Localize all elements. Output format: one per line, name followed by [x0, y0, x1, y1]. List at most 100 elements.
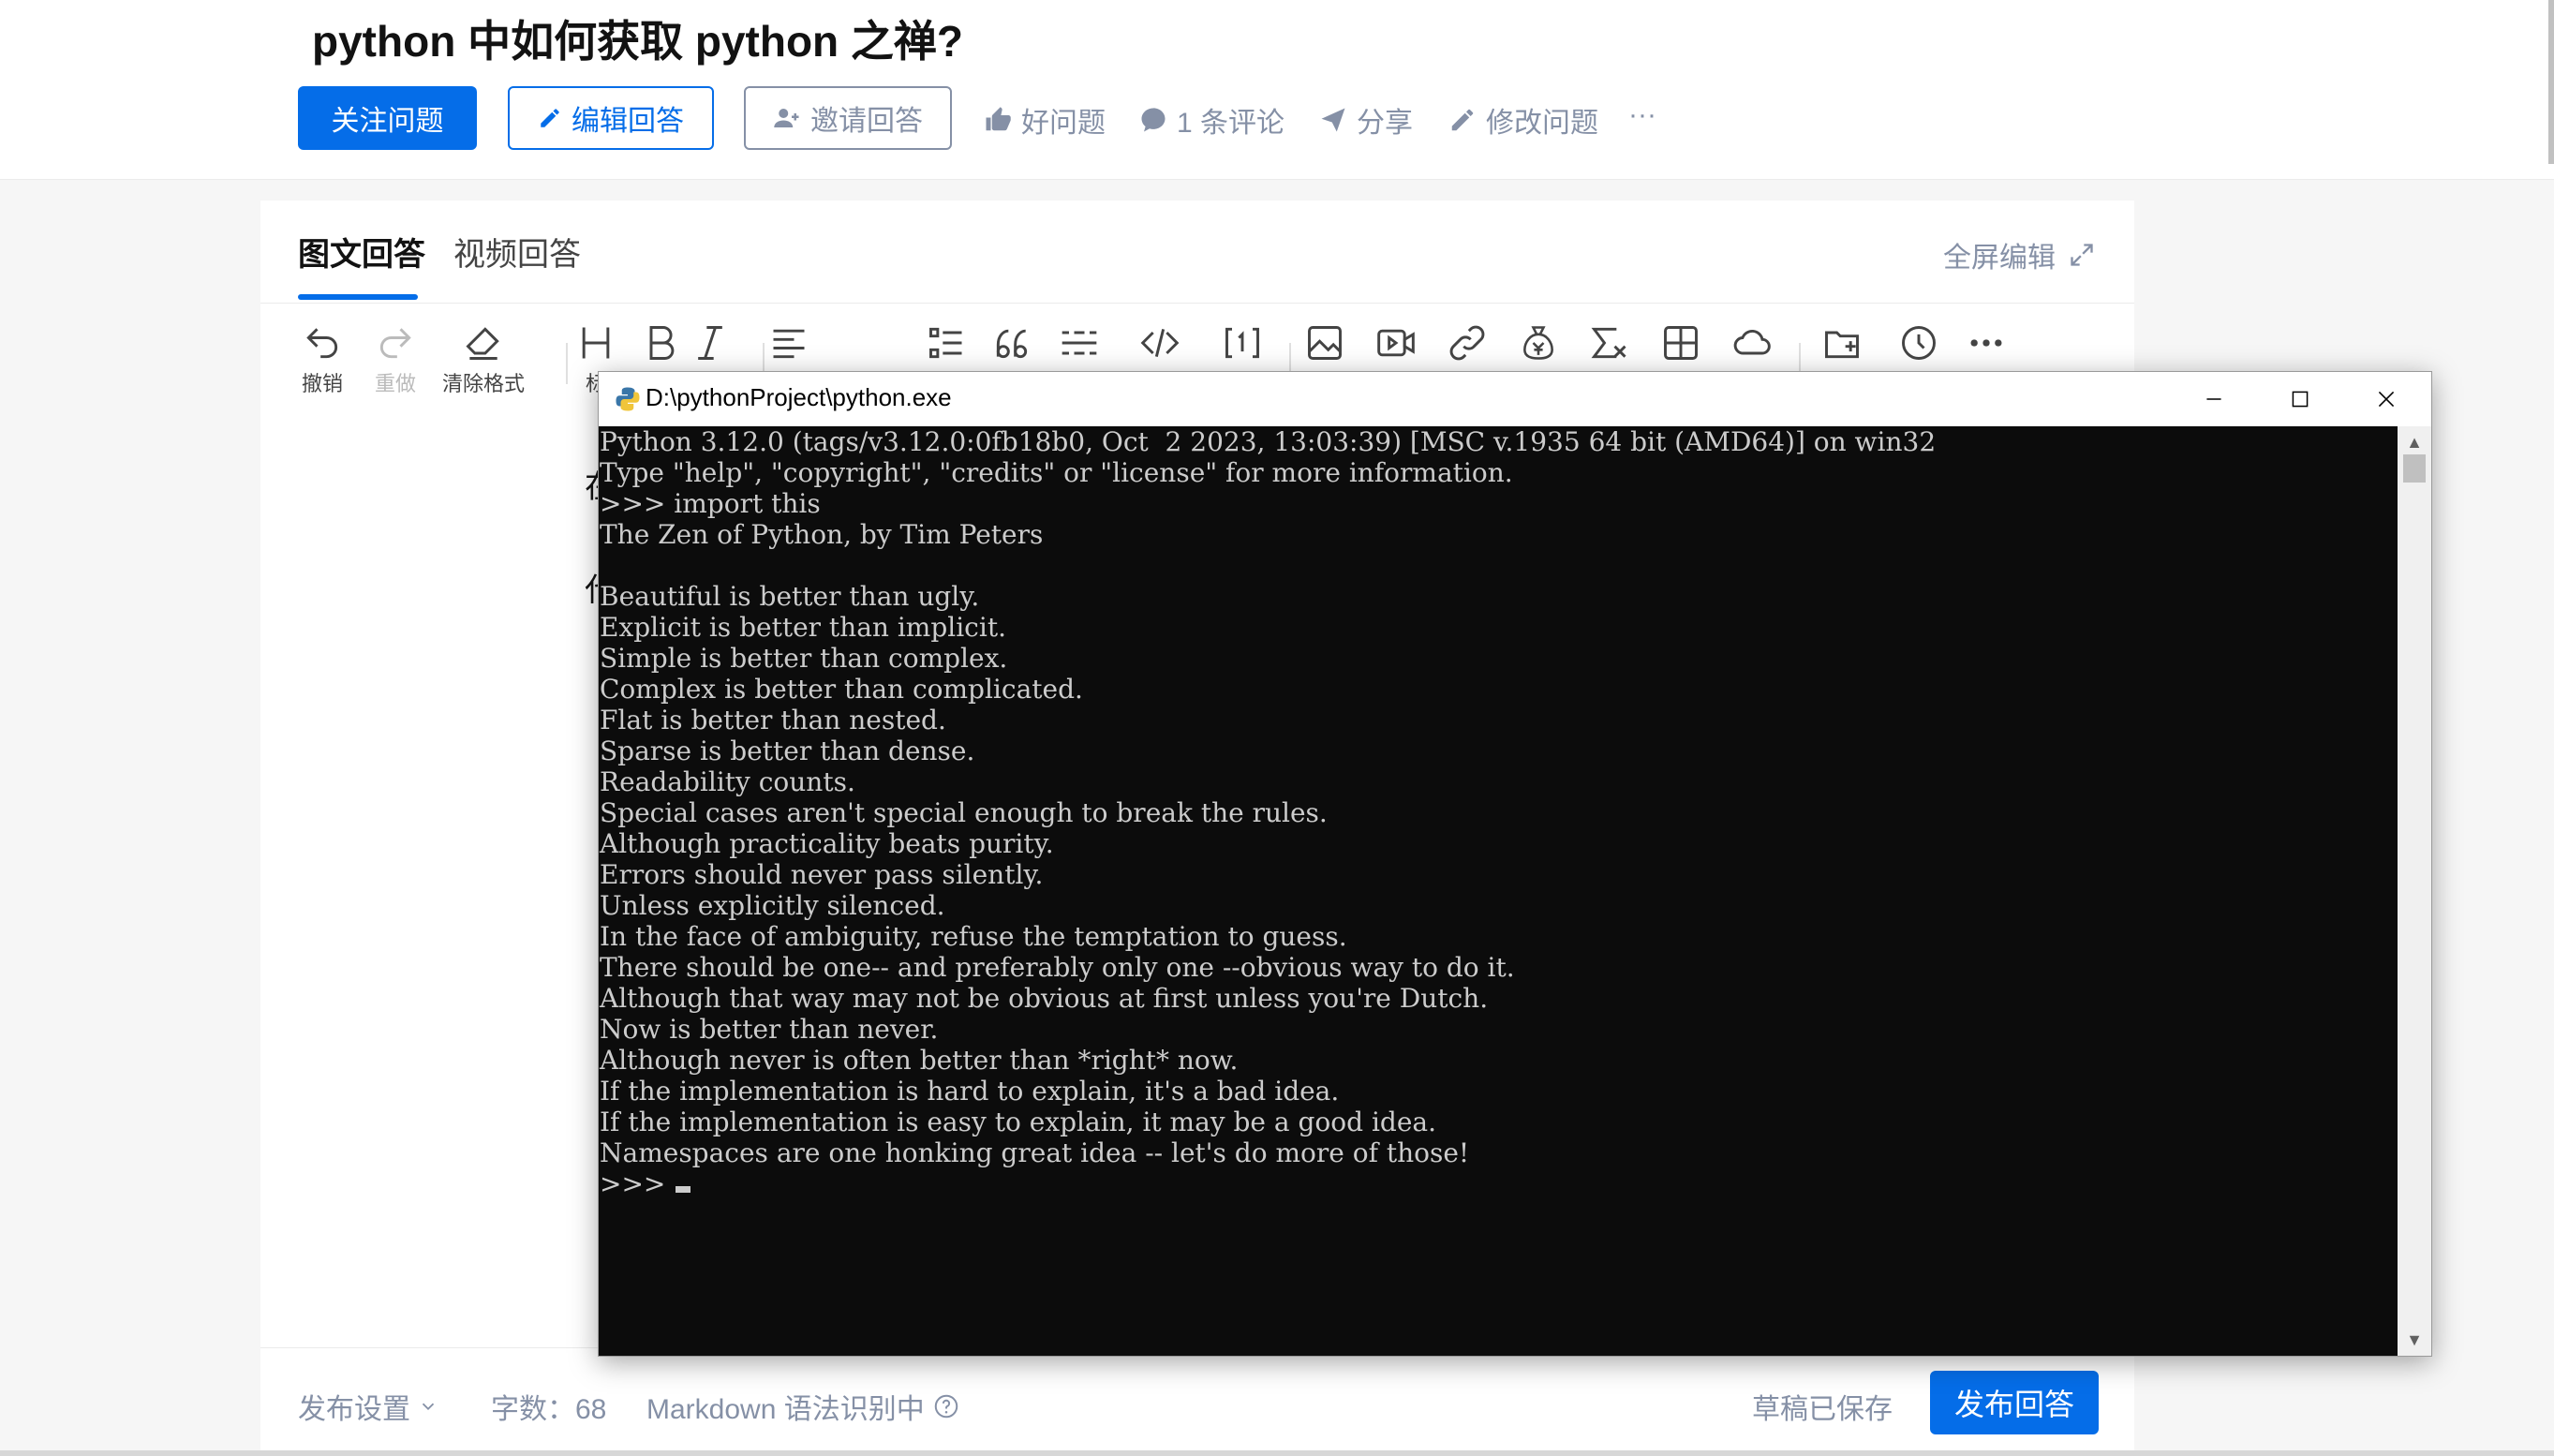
link-icon	[1449, 325, 1485, 361]
fullscreen-label: 全屏编辑	[1943, 243, 2056, 274]
redo-icon	[379, 328, 411, 359]
comment-icon	[1141, 108, 1166, 132]
heading-icon	[582, 327, 610, 359]
italic-icon	[698, 326, 722, 360]
console-output[interactable]: Python 3.12.0 (tags/v3.12.0:0fb18b0, Oct…	[599, 426, 2398, 1356]
scroll-thumb[interactable]	[2403, 454, 2426, 483]
scroll-up-arrow[interactable]: ▲	[2398, 430, 2431, 454]
good-question-action[interactable]: 好问题	[984, 99, 1106, 141]
console-line: Special cases aren't special enough to b…	[600, 797, 1328, 828]
image-button[interactable]	[1304, 322, 1345, 364]
quote-icon	[996, 329, 1028, 359]
table-button[interactable]	[1660, 322, 1701, 364]
console-line: Beautiful is better than ugly.	[600, 581, 980, 612]
redo-button[interactable]: 重做	[375, 322, 416, 397]
follow-question-button[interactable]: 关注问题	[298, 86, 477, 150]
console-scrollbar[interactable]: ▲ ▼	[2398, 426, 2431, 1356]
console-prompt[interactable]: >>>	[600, 1168, 674, 1199]
active-tab-indicator	[298, 294, 418, 300]
draft-saved-status: 草稿已保存	[1752, 1394, 1893, 1425]
formula-button[interactable]	[1589, 322, 1630, 364]
tab-video-answer[interactable]: 视频回答	[453, 229, 581, 275]
add-user-icon	[774, 109, 799, 127]
undo-button[interactable]: 撤销	[302, 322, 343, 397]
video-button[interactable]	[1375, 322, 1417, 364]
thumbs-up-icon	[986, 107, 1011, 131]
python-logo-icon	[616, 387, 640, 411]
undo-icon	[306, 328, 338, 359]
expand-icon	[2071, 244, 2093, 266]
edit-question-action[interactable]: 修改问题	[1448, 99, 1598, 141]
divider-button[interactable]	[1059, 322, 1100, 364]
horizontal-rule-icon	[1062, 331, 1097, 355]
console-line: Simple is better than complex.	[600, 643, 1008, 674]
text-cursor	[676, 1186, 691, 1193]
list-button[interactable]	[926, 322, 967, 364]
scroll-down-arrow[interactable]: ▼	[2398, 1328, 2431, 1352]
console-line: Namespaces are one honking great idea --…	[600, 1137, 1470, 1168]
maximize-button[interactable]	[2257, 372, 2343, 426]
comments-action[interactable]: 1 条评论	[1139, 99, 1284, 141]
publish-answer-button[interactable]: 发布回答	[1930, 1371, 2099, 1434]
quote-button[interactable]	[991, 322, 1032, 364]
pencil-icon	[541, 109, 559, 127]
fullscreen-edit-button[interactable]: 全屏编辑	[1943, 234, 2095, 275]
page-scrollbar[interactable]	[2548, 0, 2554, 164]
window-bottom-edge	[0, 1450, 2554, 1456]
insert-folder-button[interactable]	[1821, 322, 1863, 364]
history-button[interactable]	[1898, 322, 1939, 364]
good-question-label: 好问题	[1021, 108, 1106, 139]
sigma-icon	[1591, 327, 1626, 359]
console-line: Explicit is better than implicit.	[600, 612, 1006, 643]
help-icon[interactable]	[932, 1392, 960, 1420]
money-bag-icon	[1523, 326, 1553, 360]
comments-label: 1 条评论	[1177, 108, 1285, 139]
invite-answer-button[interactable]: 邀请回答	[744, 86, 952, 150]
undo-label: 撤销	[302, 372, 344, 395]
follow-question-label: 关注问题	[331, 106, 444, 137]
ellipsis-icon	[1970, 339, 2002, 347]
link-button[interactable]	[1447, 322, 1488, 364]
console-line: Flat is better than nested.	[600, 705, 946, 735]
console-titlebar[interactable]: D:\pythonProject\python.exe	[599, 372, 2431, 426]
publish-settings-dropdown[interactable]: 发布设置	[298, 1386, 438, 1427]
clear-format-button[interactable]: 清除格式	[442, 322, 525, 397]
console-line: Although that way may not be obvious at …	[600, 983, 1489, 1014]
close-icon	[2378, 391, 2395, 408]
console-line: If the implementation is hard to explain…	[600, 1076, 1340, 1107]
tab-text-answer[interactable]: 图文回答	[298, 229, 425, 275]
console-line: Although never is often better than *rig…	[600, 1045, 1239, 1076]
more-tools-button[interactable]	[1966, 322, 2007, 364]
clock-icon	[1902, 326, 1936, 360]
edit-answer-label: 编辑回答	[572, 106, 684, 137]
question-title: python 中如何获取 python 之禅?	[312, 17, 964, 66]
minimize-button[interactable]	[2171, 372, 2257, 426]
console-line: There should be one-- and preferably onl…	[600, 952, 1515, 983]
console-line: If the implementation is easy to explain…	[600, 1107, 1437, 1137]
console-title: D:\pythonProject\python.exe	[646, 383, 952, 411]
reward-button[interactable]	[1518, 322, 1559, 364]
bold-button[interactable]	[641, 322, 682, 364]
align-left-icon	[773, 329, 805, 359]
invite-answer-label: 邀请回答	[810, 106, 923, 137]
folder-plus-icon	[1825, 331, 1859, 359]
table-icon	[1664, 326, 1698, 360]
redo-label: 重做	[375, 372, 417, 395]
align-button[interactable]	[768, 322, 809, 364]
python-console-window[interactable]: D:\pythonProject\python.exe Python 3.12.…	[598, 371, 2432, 1357]
italic-button[interactable]	[690, 322, 731, 364]
code-button[interactable]	[1139, 322, 1180, 364]
share-action[interactable]: 分享	[1319, 99, 1413, 141]
markdown-status-label: Markdown 语法识别中	[646, 1394, 925, 1425]
close-button[interactable]	[2343, 372, 2429, 426]
answer-type-tabs: 图文回答 视频回答 全屏编辑	[260, 201, 2134, 304]
list-icon	[929, 327, 962, 359]
more-actions-label: ···	[1628, 99, 1656, 130]
edit-answer-button[interactable]: 编辑回答	[508, 86, 714, 150]
cloud-button[interactable]	[1731, 322, 1773, 364]
console-line: Complex is better than complicated.	[600, 674, 1083, 705]
paper-plane-icon	[1321, 108, 1345, 132]
console-line: In the face of ambiguity, refuse the tem…	[600, 921, 1347, 952]
formula-ref-button[interactable]	[1222, 322, 1263, 364]
more-actions-button[interactable]: ···	[1628, 99, 1656, 131]
